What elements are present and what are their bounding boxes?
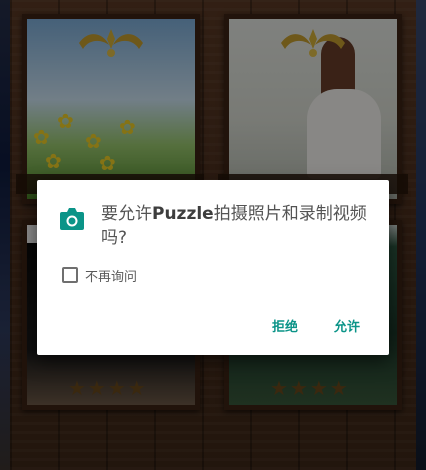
dont-ask-again-option[interactable]: 不再询问 [62, 266, 138, 285]
allow-button[interactable]: 允许 [334, 316, 360, 335]
deny-button[interactable]: 拒绝 [272, 316, 298, 335]
permission-dialog: 要允许Puzzle拍摄照片和录制视频吗? 不再询问 拒绝 允许 [37, 180, 389, 355]
dont-ask-again-checkbox[interactable] [62, 267, 78, 283]
app-name: Puzzle [152, 204, 214, 224]
permission-message: 要允许Puzzle拍摄照片和录制视频吗? [101, 202, 371, 250]
message-prefix: 要允许 [101, 204, 152, 224]
dont-ask-again-label: 不再询问 [85, 269, 138, 285]
camera-icon [60, 208, 84, 230]
